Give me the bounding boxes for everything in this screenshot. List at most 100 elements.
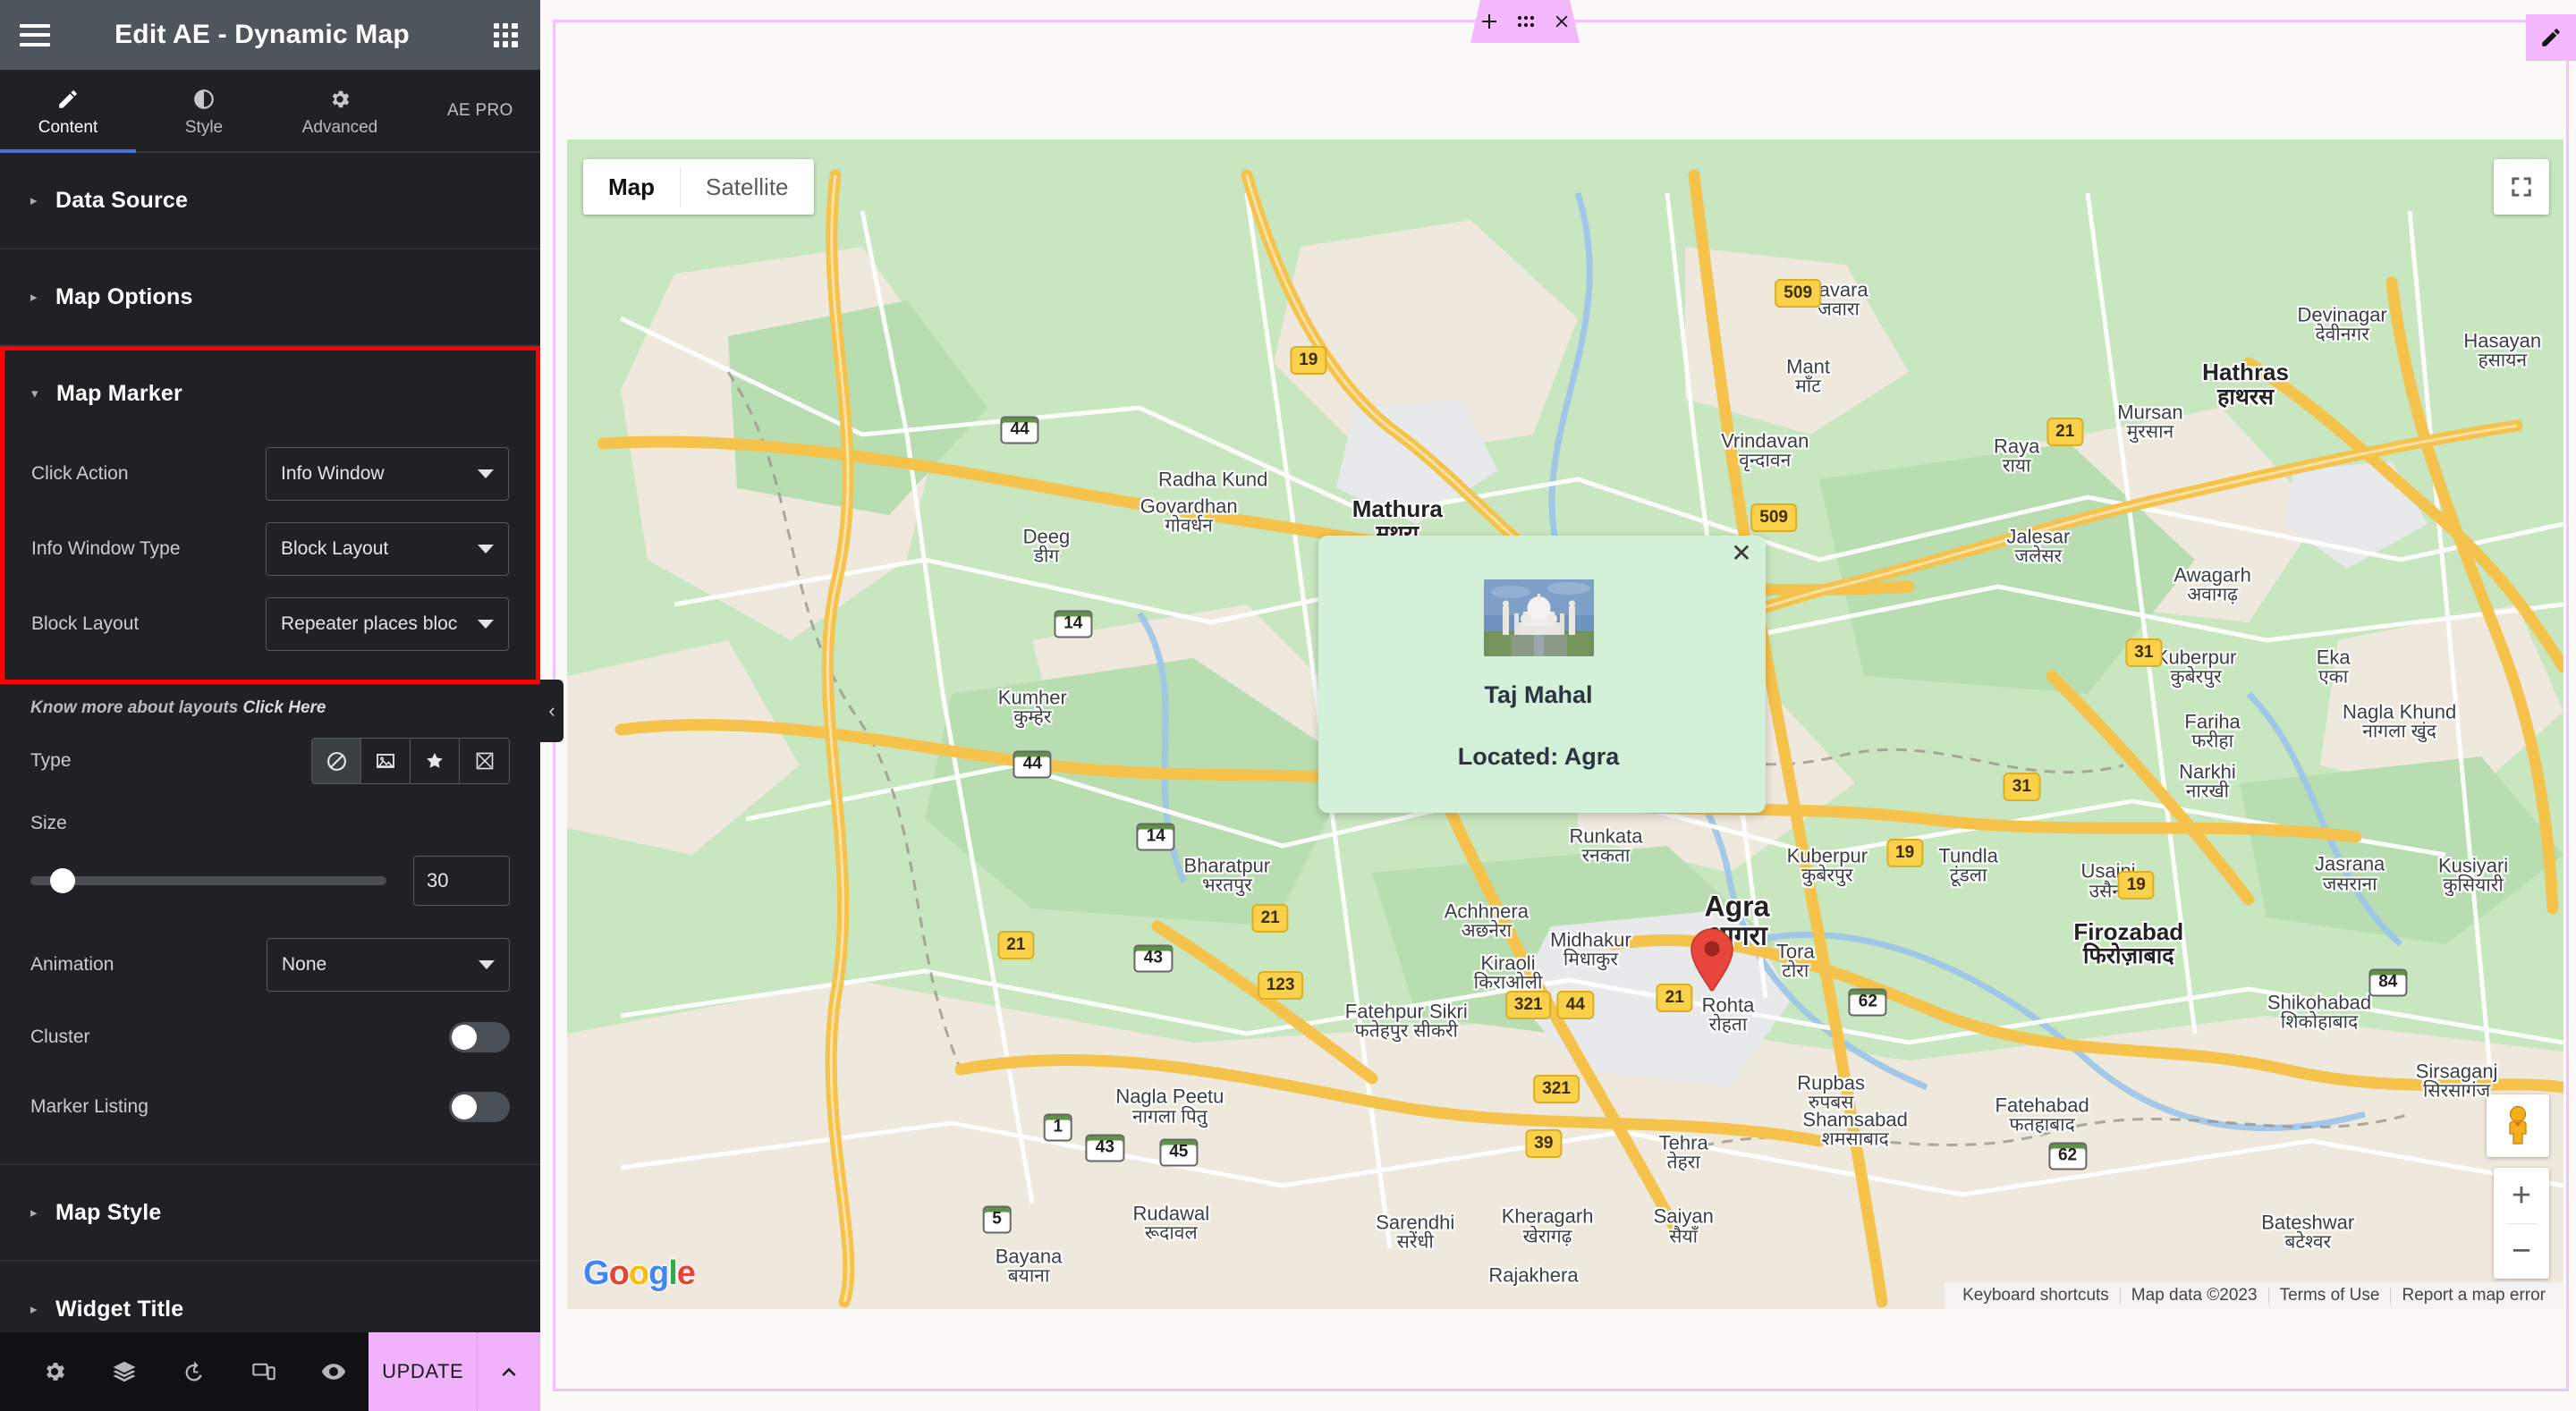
layouts-hint: Know more about layouts Click Here bbox=[0, 684, 540, 723]
marker-type-image-button[interactable] bbox=[361, 739, 411, 783]
control-cluster-label: Cluster bbox=[30, 1027, 90, 1047]
apps-grid-icon bbox=[493, 22, 518, 47]
map-marker-controls: Click Action Info Window Info Window Typ… bbox=[4, 436, 536, 662]
report-map-error-link[interactable]: Report a map error bbox=[2391, 1286, 2556, 1305]
size-slider-row: 30 bbox=[30, 849, 510, 927]
map-marker-pin[interactable] bbox=[1687, 927, 1737, 998]
panel-body: ▸ Data Source ▸ Map Options ▾ Map Marker… bbox=[0, 153, 540, 1332]
control-click-action: Click Action Info Window bbox=[31, 436, 509, 511]
fullscreen-button[interactable] bbox=[2494, 159, 2549, 215]
block-layout-select[interactable]: Repeater places bloc bbox=[266, 597, 509, 651]
drag-dots-icon bbox=[1517, 15, 1535, 28]
section-map-marker-header[interactable]: ▾ Map Marker bbox=[4, 351, 536, 436]
section-map-options[interactable]: ▸ Map Options bbox=[0, 249, 540, 346]
map-info-window: ✕ Taj Mahal Located: Agra bbox=[1318, 536, 1766, 813]
chevron-down-icon bbox=[478, 620, 494, 629]
tab-advanced-label: Advanced bbox=[301, 118, 378, 137]
section-toolbar bbox=[1470, 0, 1580, 43]
keyboard-shortcuts-link[interactable]: Keyboard shortcuts bbox=[1952, 1286, 2120, 1305]
tab-advanced[interactable]: Advanced bbox=[272, 70, 408, 151]
control-marker-listing-label: Marker Listing bbox=[30, 1096, 148, 1117]
size-slider[interactable] bbox=[30, 868, 386, 893]
drag-section-handle[interactable] bbox=[1515, 13, 1537, 30]
control-block-layout-label: Block Layout bbox=[31, 613, 140, 634]
preview-eye-icon bbox=[321, 1364, 346, 1380]
map-type-map-button[interactable]: Map bbox=[583, 159, 680, 215]
divider bbox=[0, 1142, 540, 1165]
terms-of-use-link[interactable]: Terms of Use bbox=[2269, 1286, 2391, 1305]
marker-type-star-button[interactable] bbox=[411, 739, 460, 783]
chevron-down-icon bbox=[478, 469, 494, 478]
tab-content-label: Content bbox=[38, 118, 98, 137]
chevron-down-icon: ▾ bbox=[31, 385, 38, 401]
section-widget-title-header[interactable]: ▸ Widget Title bbox=[30, 1262, 510, 1332]
marker-listing-toggle[interactable] bbox=[449, 1092, 510, 1122]
zoom-in-button[interactable]: + bbox=[2494, 1168, 2549, 1223]
tab-style[interactable]: Style bbox=[136, 70, 272, 151]
section-data-source-header[interactable]: ▸ Data Source bbox=[30, 153, 510, 248]
map-data-text: Map data ©2023 bbox=[2131, 1286, 2258, 1305]
close-x-icon bbox=[1555, 15, 1568, 28]
animation-select[interactable]: None bbox=[267, 938, 510, 992]
control-type: Type bbox=[30, 723, 510, 798]
layers-navigator-button[interactable] bbox=[89, 1332, 159, 1411]
gear-icon bbox=[328, 87, 352, 112]
settings-gear-icon bbox=[47, 1363, 64, 1381]
contrast-circle-icon bbox=[192, 87, 216, 112]
preview-eye-button[interactable] bbox=[299, 1332, 369, 1411]
click-action-select[interactable]: Info Window bbox=[266, 447, 509, 501]
map-type-satellite-button[interactable]: Satellite bbox=[681, 159, 814, 215]
section-map-options-header[interactable]: ▸ Map Options bbox=[30, 249, 510, 344]
section-map-style-header[interactable]: ▸ Map Style bbox=[30, 1165, 510, 1260]
info-window-type-select[interactable]: Block Layout bbox=[266, 522, 509, 576]
responsive-mode-button[interactable] bbox=[229, 1332, 299, 1411]
section-widget-title[interactable]: ▸ Widget Title bbox=[0, 1262, 540, 1332]
section-data-source-label: Data Source bbox=[55, 187, 189, 213]
control-cluster: Cluster bbox=[30, 1002, 510, 1072]
update-options-button[interactable] bbox=[477, 1332, 540, 1411]
elementor-editor-panel: Edit AE - Dynamic Map Content Style Adva… bbox=[0, 0, 540, 1411]
toggle-knob bbox=[452, 1094, 477, 1120]
layers-navigator-icon bbox=[113, 1361, 136, 1382]
taj-mahal-photo bbox=[1483, 579, 1594, 656]
info-window-subtitle: Located: Agra bbox=[1457, 743, 1620, 770]
control-animation-label: Animation bbox=[30, 954, 114, 975]
map-attribution-footer: Keyboard shortcuts Map data ©2023 Terms … bbox=[1945, 1282, 2563, 1309]
edit-widget-button[interactable] bbox=[2526, 14, 2576, 61]
marker-appearance-controls: Type Size 30 Animation None Cluster Mark… bbox=[0, 723, 540, 1142]
update-button[interactable]: UPDATE bbox=[369, 1332, 478, 1411]
delete-section-button[interactable] bbox=[1552, 12, 1572, 31]
panel-tabs: Content Style Advanced AE PRO bbox=[0, 70, 540, 153]
info-window-content: Taj Mahal Located: Agra bbox=[1327, 558, 1750, 804]
settings-gear-button[interactable] bbox=[20, 1332, 89, 1411]
zoom-out-button[interactable]: − bbox=[2494, 1224, 2549, 1280]
responsive-mode-icon bbox=[252, 1363, 275, 1381]
layouts-hint-link[interactable]: Click Here bbox=[243, 698, 326, 717]
tab-style-label: Style bbox=[184, 118, 224, 137]
info-window-title: Taj Mahal bbox=[1484, 681, 1593, 708]
layouts-hint-text: Know more about layouts bbox=[30, 698, 239, 717]
panel-collapse-handle[interactable]: ‹ bbox=[540, 680, 564, 742]
marker-type-none-button[interactable] bbox=[312, 739, 361, 783]
control-type-label: Type bbox=[30, 750, 72, 771]
apps-grid-button[interactable] bbox=[470, 0, 540, 70]
chevron-down-icon bbox=[479, 960, 495, 969]
size-slider-handle[interactable] bbox=[50, 868, 75, 893]
google-map[interactable]: Map Satellite + − Google Keyboard shortc… bbox=[567, 139, 2563, 1309]
none-prohibited-icon bbox=[326, 751, 346, 771]
cluster-toggle[interactable] bbox=[449, 1022, 510, 1052]
section-map-style[interactable]: ▸ Map Style bbox=[0, 1165, 540, 1262]
size-number-input[interactable]: 30 bbox=[413, 856, 510, 906]
marker-type-brush-disabled-button[interactable] bbox=[460, 739, 509, 783]
click-action-value: Info Window bbox=[281, 463, 385, 484]
info-window-close-button[interactable]: ✕ bbox=[1726, 537, 1757, 568]
section-data-source[interactable]: ▸ Data Source bbox=[0, 153, 540, 249]
hamburger-icon bbox=[20, 23, 50, 46]
street-view-pegman-button[interactable] bbox=[2487, 1094, 2549, 1157]
section-map-marker-label: Map Marker bbox=[56, 380, 182, 406]
section-map-style-label: Map Style bbox=[55, 1199, 162, 1225]
history-button[interactable] bbox=[159, 1332, 229, 1411]
add-section-button[interactable] bbox=[1479, 11, 1500, 32]
tab-content[interactable]: Content bbox=[0, 70, 136, 153]
chevron-right-icon: ▸ bbox=[30, 1301, 38, 1317]
